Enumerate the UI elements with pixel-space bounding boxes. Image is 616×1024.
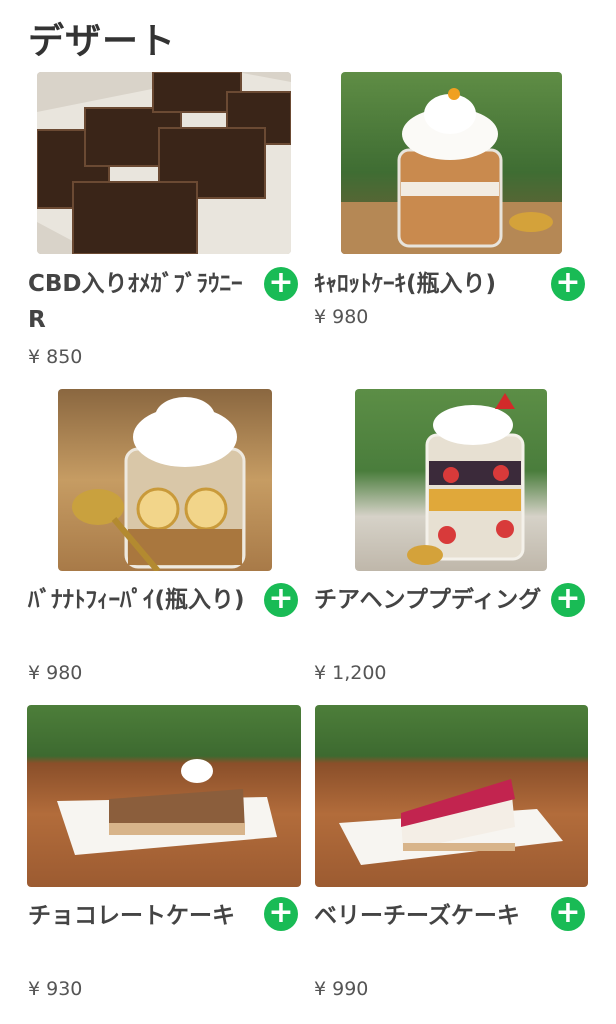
item-photo-chocolate-cake[interactable] <box>27 705 301 887</box>
item-photo-banoffee-pie[interactable] <box>58 389 272 571</box>
item-price: ¥ 1,200 <box>314 662 387 684</box>
item-name: ｷｬﾛｯﾄｹｰｷ(瓶入り) <box>314 271 497 297</box>
item-photo-brownie[interactable] <box>37 72 291 254</box>
item-photo-berry-cheesecake[interactable] <box>315 705 588 887</box>
plus-icon: + <box>268 265 294 300</box>
item-price: ¥ 990 <box>314 978 369 1000</box>
item-price: ¥ 850 <box>28 346 83 368</box>
item-price: ¥ 980 <box>28 662 83 684</box>
item-price: ¥ 980 <box>314 306 369 328</box>
item-name: チアヘンププディング <box>314 587 542 613</box>
add-to-cart-button-brownie[interactable]: + <box>264 267 298 301</box>
item-price: ¥ 930 <box>28 978 83 1000</box>
plus-icon: + <box>555 895 581 930</box>
plus-icon: + <box>555 581 581 616</box>
plus-icon: + <box>555 265 581 300</box>
add-to-cart-button-chocolate-cake[interactable]: + <box>264 897 298 931</box>
item-name: チョコレートケーキ <box>28 903 235 929</box>
add-to-cart-button-banoffee-pie[interactable]: + <box>264 583 298 617</box>
item-name: ﾊﾞﾅﾅﾄﾌｨｰﾊﾟｲ(瓶入り) <box>28 587 245 613</box>
plus-icon: + <box>268 581 294 616</box>
item-name: ベリーチーズケーキ <box>314 903 520 929</box>
item-name: CBD入りｵﾒｶﾞﾌﾞﾗｳﾆｰR <box>28 271 243 333</box>
item-photo-chia-pudding[interactable] <box>355 389 547 571</box>
item-photo-carrot-cake[interactable] <box>341 72 562 254</box>
plus-icon: + <box>268 895 294 930</box>
add-to-cart-button-carrot-cake[interactable]: + <box>551 267 585 301</box>
add-to-cart-button-chia-pudding[interactable]: + <box>551 583 585 617</box>
add-to-cart-button-berry-cheesecake[interactable]: + <box>551 897 585 931</box>
section-title: デザート <box>28 21 177 62</box>
